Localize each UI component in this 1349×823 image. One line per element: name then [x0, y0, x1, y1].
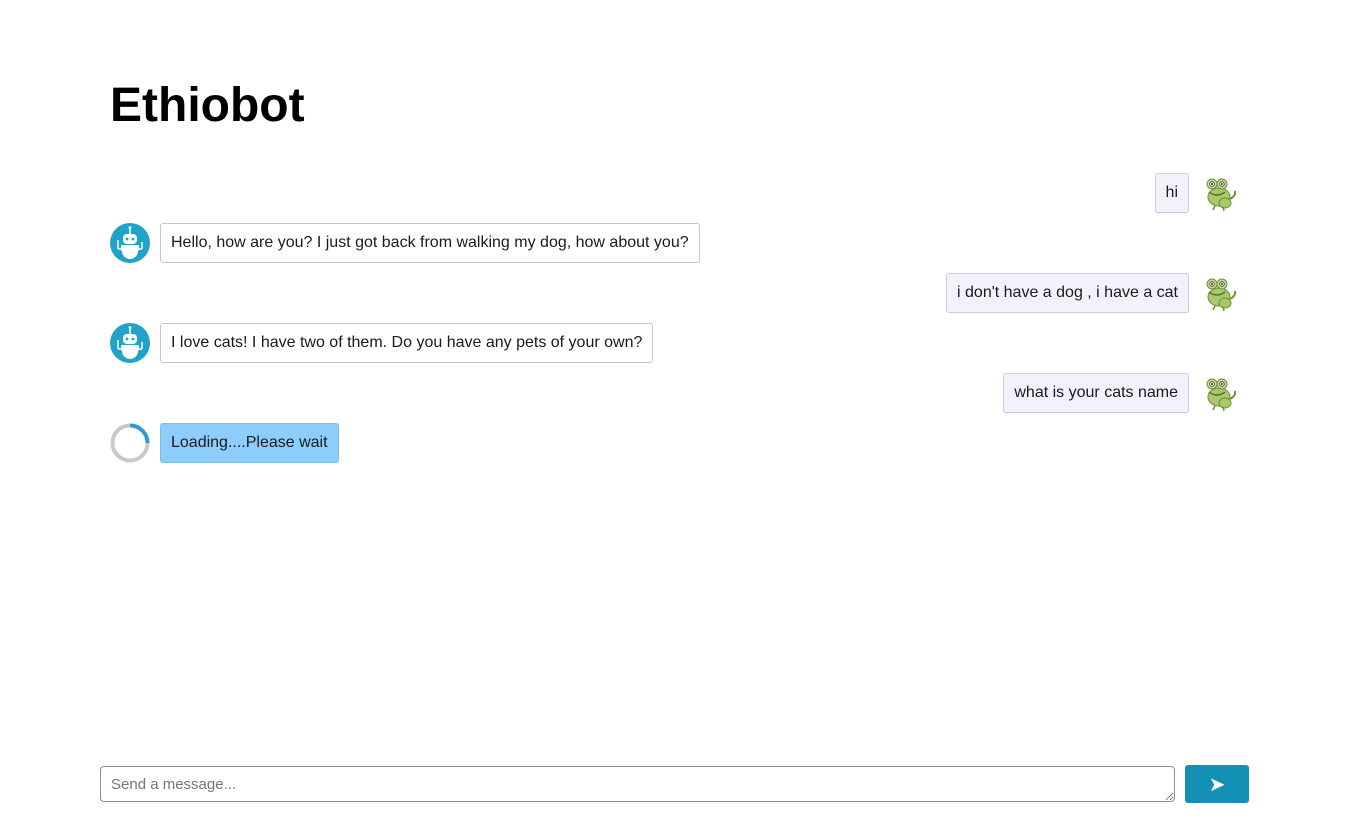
chat-page: Ethiobot hi Hello, how are you? I just g… — [0, 0, 1349, 823]
robot-avatar-icon — [110, 323, 150, 363]
send-arrow-icon: ➤ — [1208, 772, 1226, 796]
user-message-bubble: hi — [1154, 173, 1189, 213]
message-input[interactable] — [100, 766, 1175, 802]
send-button[interactable]: ➤ — [1185, 765, 1249, 803]
loading-spinner-icon — [110, 423, 150, 463]
page-title: Ethiobot — [110, 79, 305, 132]
message-row-user: what is your cats name — [1003, 373, 1239, 413]
message-row-bot: Hello, how are you? I just got back from… — [110, 223, 700, 263]
loading-row: Loading....Please wait — [110, 423, 339, 463]
user-message-bubble: what is your cats name — [1003, 373, 1189, 413]
bot-message-bubble: I love cats! I have two of them. Do you … — [160, 323, 654, 363]
message-row-user: hi — [1154, 173, 1239, 213]
frog-avatar-icon — [1206, 278, 1237, 312]
frog-avatar-icon — [1206, 378, 1237, 412]
user-message-bubble: i don't have a dog , i have a cat — [946, 273, 1189, 313]
frog-avatar-icon — [1206, 178, 1237, 212]
loading-message-bubble: Loading....Please wait — [160, 423, 339, 463]
message-composer: ➤ — [100, 765, 1249, 803]
robot-avatar-icon — [110, 223, 150, 263]
message-row-user: i don't have a dog , i have a cat — [946, 273, 1239, 313]
message-row-bot: I love cats! I have two of them. Do you … — [110, 323, 654, 363]
bot-message-bubble: Hello, how are you? I just got back from… — [160, 223, 700, 263]
